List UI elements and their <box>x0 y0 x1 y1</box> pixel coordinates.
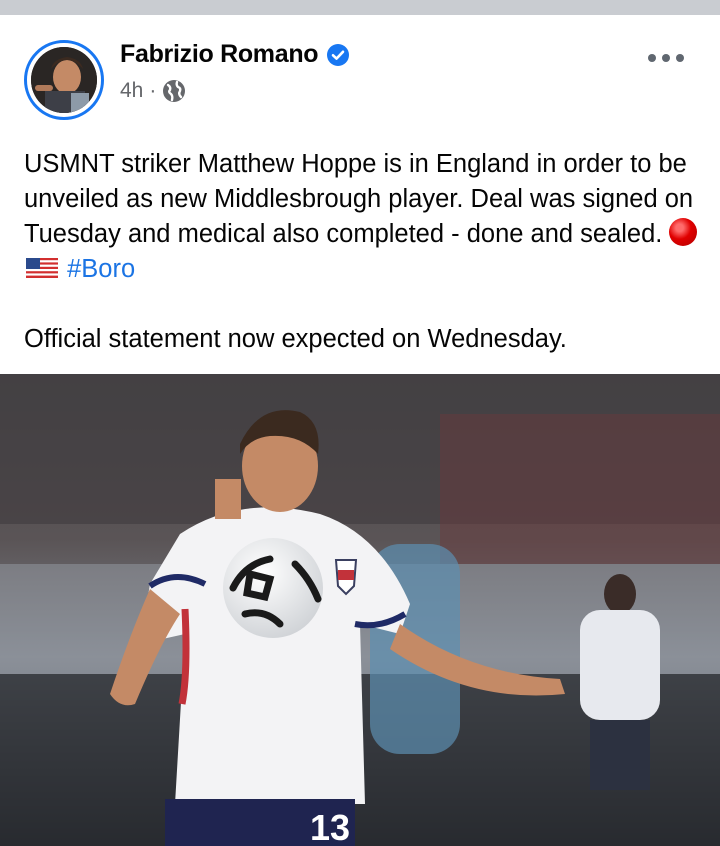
jersey-number: 13 <box>310 807 350 846</box>
meta-separator: · <box>149 79 157 102</box>
post-meta: 4h · <box>120 79 186 103</box>
post-paragraph-2: Official statement now expected on Wedne… <box>24 325 567 353</box>
post-card: Fabrizio Romano 4h · USMNT striker Matth… <box>0 15 720 846</box>
avatar[interactable] <box>31 47 97 113</box>
globe-icon[interactable] <box>162 79 186 103</box>
author-name[interactable]: Fabrizio Romano <box>120 40 319 69</box>
verified-badge-icon <box>327 43 350 66</box>
more-options-icon[interactable] <box>648 51 684 65</box>
post-paragraph-1: USMNT striker Matthew Hoppe is in Englan… <box>24 147 704 287</box>
post-text-main: USMNT striker Matthew Hoppe is in Englan… <box>24 150 694 248</box>
us-flag-emoji <box>26 258 58 278</box>
post-photo[interactable]: 13 <box>0 374 720 846</box>
post-text: USMNT striker Matthew Hoppe is in Englan… <box>24 147 704 357</box>
hashtag-link[interactable]: #Boro <box>67 255 135 283</box>
top-divider <box>0 0 720 15</box>
post-time[interactable]: 4h <box>120 79 143 103</box>
red-circle-emoji <box>669 218 698 246</box>
author-row: Fabrizio Romano <box>120 40 350 69</box>
author-avatar-ring[interactable] <box>24 40 104 120</box>
post-header: Fabrizio Romano 4h · <box>0 15 720 125</box>
